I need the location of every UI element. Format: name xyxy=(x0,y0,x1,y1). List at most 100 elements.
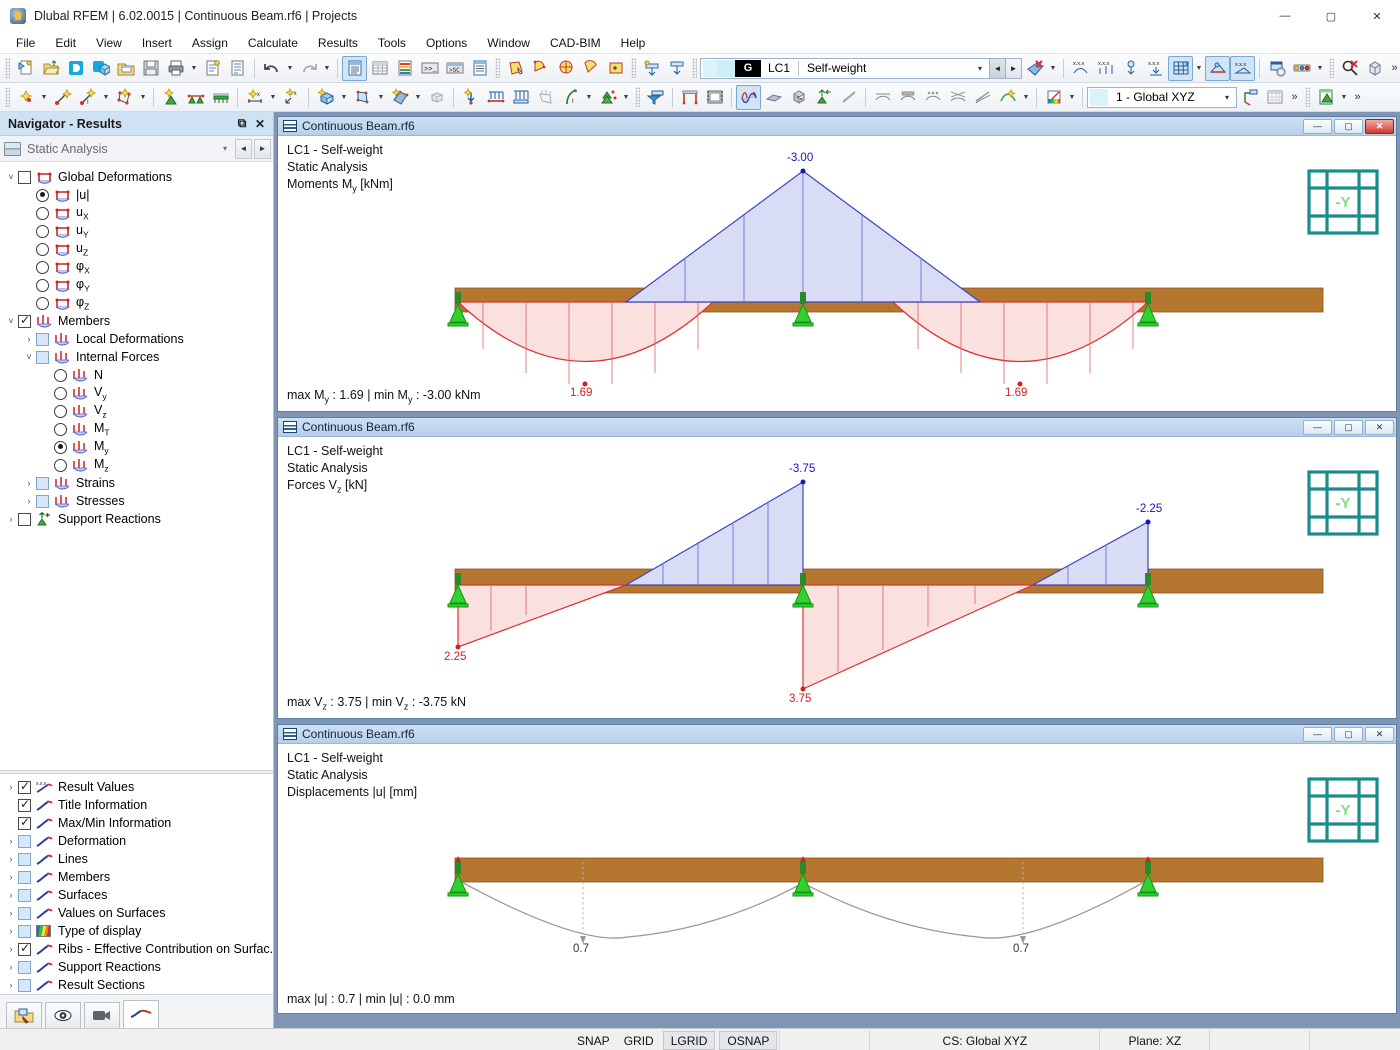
navigator-close-icon[interactable]: ✕ xyxy=(251,117,269,131)
redo-dropdown-arrow[interactable]: ▼ xyxy=(321,56,333,81)
chevron-right-icon[interactable]: › xyxy=(4,980,18,990)
import-load-icon[interactable] xyxy=(664,56,689,81)
model-frame-icon[interactable] xyxy=(677,85,702,110)
cutting-plane-icon[interactable] xyxy=(836,85,861,110)
chevron-right-icon[interactable]: › xyxy=(4,890,18,900)
checkbox-type-of-display[interactable] xyxy=(18,925,31,938)
result-line3-icon[interactable] xyxy=(920,85,945,110)
checkbox-stresses[interactable] xyxy=(36,495,49,508)
result-line2-icon[interactable] xyxy=(895,85,920,110)
load-case-next-button[interactable]: ► xyxy=(1006,58,1022,79)
mdi-close-button[interactable]: ✕ xyxy=(1365,420,1394,435)
tree-item-result-sections[interactable]: ›Result Sections xyxy=(0,976,273,994)
display-filter-icon[interactable] xyxy=(643,85,668,110)
open-icon[interactable] xyxy=(38,56,63,81)
toolbar-grip[interactable] xyxy=(5,58,10,78)
opening-icon[interactable] xyxy=(387,85,412,110)
chevron-right-icon[interactable]: › xyxy=(22,280,36,290)
chevron-right-icon[interactable]: › xyxy=(4,944,18,954)
delete-results-icon[interactable] xyxy=(1022,56,1047,81)
menu-help[interactable]: Help xyxy=(611,33,656,53)
member-support-icon[interactable] xyxy=(208,85,233,110)
radio-φ[interactable] xyxy=(36,261,49,274)
result-line5-icon[interactable] xyxy=(970,85,995,110)
results-navigator-tab[interactable] xyxy=(123,1000,159,1028)
tree-item-type-of-display[interactable]: ›Type of display xyxy=(0,922,273,940)
result-line4-icon[interactable] xyxy=(945,85,970,110)
color-scale-icon[interactable] xyxy=(995,85,1020,110)
cloud-model-icon[interactable] xyxy=(88,56,113,81)
render-settings-dropdown-arrow[interactable]: ▼ xyxy=(1314,56,1326,81)
surface-icon[interactable] xyxy=(112,85,137,110)
tree-item-title-information[interactable]: ›Title Information xyxy=(0,796,273,814)
tree-item-stresses[interactable]: ›Stresses xyxy=(0,492,273,510)
project-navigator-tab[interactable] xyxy=(6,1002,42,1028)
spreadsheet-dropdown-arrow[interactable]: ▼ xyxy=(1338,85,1350,110)
checkbox-support-reactions[interactable] xyxy=(18,961,31,974)
load-case-combo[interactable]: G LC1 Self-weight ▾ xyxy=(700,58,990,79)
save-icon[interactable] xyxy=(138,56,163,81)
tree-item-deformation[interactable]: ›Deformation xyxy=(0,832,273,850)
radio-|u|[interactable] xyxy=(36,189,49,202)
section-dropdown-arrow[interactable]: ▼ xyxy=(375,85,387,110)
checkbox-local-deformations[interactable] xyxy=(36,333,49,346)
mdi-maximize-button[interactable]: ▢ xyxy=(1334,420,1363,435)
chevron-right-icon[interactable]: › xyxy=(4,962,18,972)
node-dropdown-arrow[interactable]: ▼ xyxy=(38,85,50,110)
tree-item-values-on-surfaces[interactable]: ›Values on Surfaces xyxy=(0,904,273,922)
checkbox-title-information[interactable] xyxy=(18,799,31,812)
radio-φ[interactable] xyxy=(36,279,49,292)
mdi-title-bar[interactable]: Continuous Beam.rf6 — ▢ ✕ xyxy=(278,418,1396,437)
surface-results-icon[interactable] xyxy=(761,85,786,110)
section-icon[interactable] xyxy=(350,85,375,110)
grid-display-dropdown-arrow[interactable]: ▼ xyxy=(1193,56,1205,81)
view-orientation-cube[interactable]: -Y xyxy=(1304,467,1382,539)
radio-m[interactable] xyxy=(54,441,67,454)
menu-insert[interactable]: Insert xyxy=(132,33,182,53)
chevron-right-icon[interactable]: › xyxy=(40,370,54,380)
chevron-right-icon[interactable]: › xyxy=(40,442,54,452)
spreadsheet-export-icon[interactable] xyxy=(1313,85,1338,110)
tree-item-[interactable]: ›φY xyxy=(0,276,273,294)
chevron-down-icon[interactable]: ▾ xyxy=(1218,93,1236,102)
imperfection-icon[interactable]: I xyxy=(558,85,583,110)
mdi-canvas-forces[interactable]: LC1 - Self-weight Static Analysis Forces… xyxy=(278,437,1396,718)
tree-item-v[interactable]: ›Vz xyxy=(0,402,273,420)
toolbar-grip[interactable] xyxy=(631,58,636,78)
chevron-down-icon[interactable]: ˅ xyxy=(22,352,36,362)
new-load-icon[interactable] xyxy=(639,56,664,81)
navigator-icon[interactable] xyxy=(342,56,367,81)
animation-icon[interactable] xyxy=(702,85,727,110)
solid-dropdown-arrow[interactable]: ▼ xyxy=(338,85,350,110)
tree-item-n[interactable]: ›N xyxy=(0,366,273,384)
printout-report-icon[interactable] xyxy=(225,56,250,81)
chevron-right-icon[interactable]: › xyxy=(22,478,36,488)
chevron-right-icon[interactable]: › xyxy=(4,800,18,810)
chevron-right-icon[interactable]: › xyxy=(4,908,18,918)
chevron-right-icon[interactable]: › xyxy=(40,424,54,434)
new-model-icon[interactable] xyxy=(13,56,38,81)
views-navigator-tab[interactable] xyxy=(84,1002,120,1028)
tree-item-strains[interactable]: ›Strains xyxy=(0,474,273,492)
dimension-icon[interactable]: x xyxy=(242,85,267,110)
zoom-reset-icon[interactable] xyxy=(1337,56,1362,81)
node-icon[interactable] xyxy=(13,85,38,110)
chevron-right-icon[interactable]: › xyxy=(22,244,36,254)
chevron-right-icon[interactable]: › xyxy=(22,208,36,218)
toolbar-grip[interactable] xyxy=(635,87,640,107)
axes-origin-icon[interactable] xyxy=(1237,85,1262,110)
radio-v[interactable] xyxy=(54,405,67,418)
toolbar-overflow-button-2[interactable]: » xyxy=(1287,85,1302,110)
chevron-right-icon[interactable]: › xyxy=(40,388,54,398)
rainbow-scale-dropdown-arrow[interactable]: ▼ xyxy=(1066,85,1078,110)
toolbar-grip[interactable] xyxy=(495,58,500,78)
tree-item-[interactable]: ›φX xyxy=(0,258,273,276)
tree-item-[interactable]: ›φZ xyxy=(0,294,273,312)
mdi-minimize-button[interactable]: — xyxy=(1303,119,1332,134)
tree-item-result-values[interactable]: ›x.x.xResult Values xyxy=(0,778,273,796)
result-min-icon[interactable] xyxy=(1118,56,1143,81)
checkbox-support-reactions[interactable] xyxy=(18,513,31,526)
chevron-right-icon[interactable]: › xyxy=(4,818,18,828)
tree-item-m[interactable]: ›My xyxy=(0,438,273,456)
display-navigator-tab[interactable] xyxy=(45,1002,81,1028)
